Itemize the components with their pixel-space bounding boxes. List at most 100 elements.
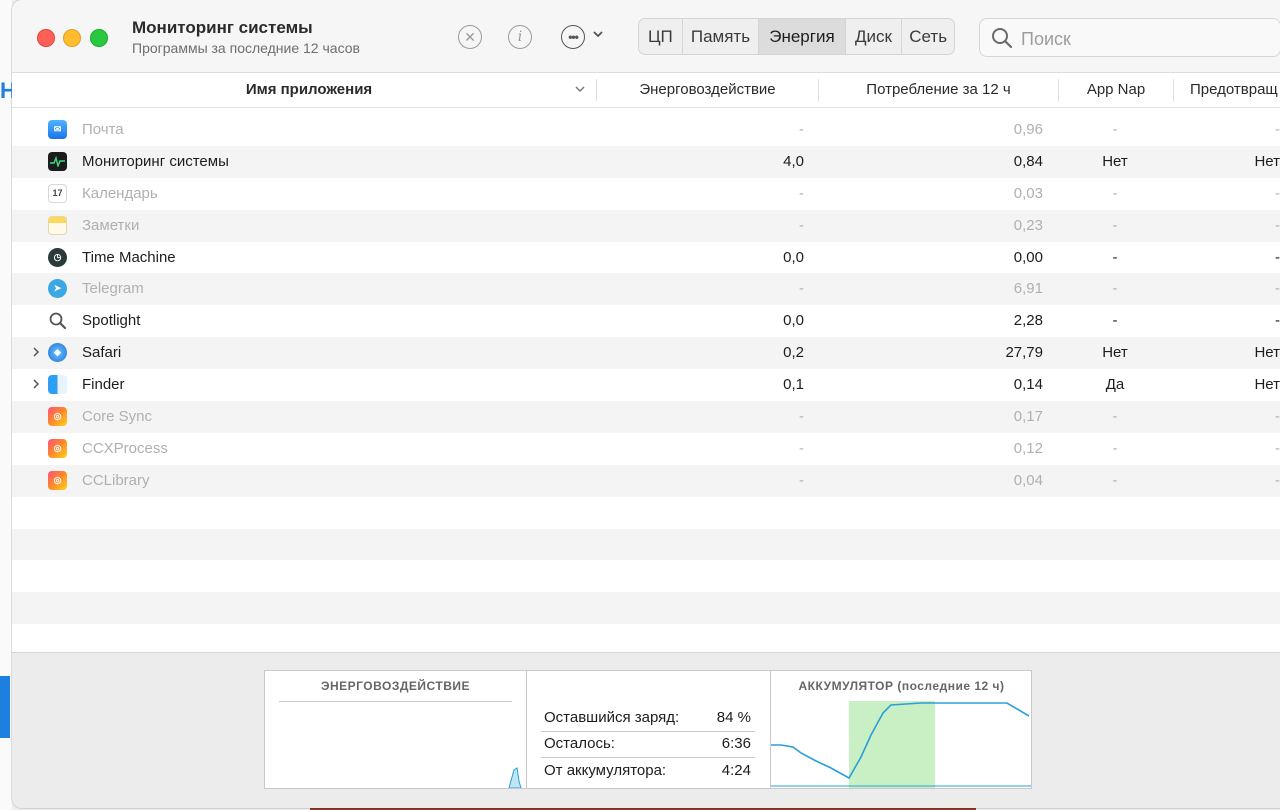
info-icon: i xyxy=(517,29,523,45)
stop-process-button[interactable]: ✕ xyxy=(458,25,482,49)
consumption-value: 0,23 xyxy=(1013,216,1043,234)
table-row[interactable]: ➤ Telegram - 6,91 - - xyxy=(12,273,1280,306)
consumption-value: 0,17 xyxy=(1013,408,1043,426)
minimize-window-button[interactable] xyxy=(63,29,81,47)
app-nap-value: Нет xyxy=(1102,152,1128,170)
consumption-value: 6,91 xyxy=(1013,280,1043,298)
column-header-name[interactable]: Имя приложения xyxy=(22,73,596,107)
window-title: Мониторинг системы xyxy=(132,18,313,37)
energy-impact-value: - xyxy=(799,471,804,489)
spotlight-icon xyxy=(48,311,67,330)
prevent-sleep-value: Нет xyxy=(1254,152,1280,170)
sort-chevron-icon[interactable] xyxy=(574,83,586,95)
app-name: CCXProcess xyxy=(82,439,168,457)
energy-impact-title: ЭНЕРГОВОЗДЕЙСТВИЕ xyxy=(320,679,471,693)
energy-impact-value: 0,0 xyxy=(783,248,804,266)
table-row[interactable]: ◎ CCXProcess - 0,12 - - xyxy=(12,433,1280,465)
app-name: Safari xyxy=(82,344,122,362)
consumption-value: 0,00 xyxy=(1013,248,1043,266)
app-nap-value: - xyxy=(1112,408,1118,426)
table-header: Имя приложения Энерговоздействие Потребл… xyxy=(12,73,1280,108)
empty-row xyxy=(12,592,1280,625)
energy-impact-value: - xyxy=(799,216,804,234)
energy-impact-value: - xyxy=(799,121,804,138)
zoom-window-button[interactable] xyxy=(90,29,108,47)
search-field[interactable]: Поиск xyxy=(979,18,1280,57)
energy-impact-value: - xyxy=(799,408,804,426)
consumption-value: 0,12 xyxy=(1013,439,1043,457)
energy-impact-graph xyxy=(508,767,522,788)
more-actions-button[interactable]: ••• xyxy=(561,25,585,49)
app-name: CCLibrary xyxy=(82,471,150,489)
table-row[interactable]: Мониторинг системы 4,0 0,84 Нет Нет xyxy=(12,145,1280,178)
consumption-value: 0,96 xyxy=(1013,121,1043,138)
app-name: Telegram xyxy=(82,280,144,298)
app-nap-value: - xyxy=(1112,439,1118,457)
energy-impact-value: 0,1 xyxy=(783,376,804,394)
category-tabs: ЦП Память Энергия Диск Сеть xyxy=(638,18,955,55)
prevent-sleep-value: - xyxy=(1275,312,1280,330)
disclosure-triangle-icon[interactable] xyxy=(31,378,41,390)
table-row[interactable]: Spotlight 0,0 2,28 - - xyxy=(12,305,1280,337)
time-remaining-value: 6:36 xyxy=(721,735,751,752)
prevent-sleep-value: - xyxy=(1275,184,1280,202)
table-row[interactable]: ◎ CCLibrary - 0,04 - - xyxy=(12,464,1280,497)
app-nap-value: - xyxy=(1112,471,1118,489)
table-row[interactable]: ✉ Почта - 0,96 - - xyxy=(12,114,1280,146)
tab-network[interactable]: Сеть xyxy=(902,19,954,54)
table-row[interactable]: Finder 0,1 0,14 Да Нет xyxy=(12,369,1280,401)
table-row[interactable]: ◈ Safari 0,2 27,79 Нет Нет xyxy=(12,337,1280,370)
app-name: Календарь xyxy=(82,184,158,202)
table-row[interactable]: ◷ Time Machine 0,0 0,00 - - xyxy=(12,242,1280,274)
battery-history-graph xyxy=(771,701,1031,788)
window-subtitle: Программы за последние 12 часов xyxy=(132,40,360,56)
process-list: ✉ Почта - 0,96 - - Мониторинг системы 4,0 0,84 Не… xyxy=(12,114,1280,656)
energy-impact-value: 0,0 xyxy=(783,312,804,330)
table-row[interactable]: 17 Календарь - 0,03 - - xyxy=(12,178,1280,210)
column-header-energy-impact[interactable]: Энерговоздействие xyxy=(597,73,818,107)
app-name: Заметки xyxy=(82,216,140,234)
consumption-value: 0,03 xyxy=(1013,184,1043,202)
creative-cloud-icon: ◎ xyxy=(48,407,67,427)
creative-cloud-icon: ◎ xyxy=(48,438,67,458)
energy-impact-value: - xyxy=(799,184,804,202)
time-machine-icon: ◷ xyxy=(48,247,67,267)
empty-row xyxy=(12,560,1280,592)
calendar-icon: 17 xyxy=(48,183,67,203)
tab-cpu[interactable]: ЦП xyxy=(639,19,683,54)
telegram-icon: ➤ xyxy=(48,279,67,299)
app-nap-value: - xyxy=(1112,216,1118,234)
on-battery-value: 4:24 xyxy=(721,762,751,779)
column-header-prevent-sleep[interactable]: Предотвращ xyxy=(1190,73,1280,107)
prevent-sleep-value: - xyxy=(1275,121,1280,138)
app-name: Core Sync xyxy=(82,408,153,426)
inspect-process-button[interactable]: i xyxy=(508,25,532,49)
tab-energy[interactable]: Энергия xyxy=(759,19,846,54)
consumption-value: 0,14 xyxy=(1013,376,1043,394)
app-name: Мониторинг системы xyxy=(82,152,229,170)
tab-memory[interactable]: Память xyxy=(683,19,760,54)
column-header-consumption[interactable]: Потребление за 12 ч xyxy=(819,73,1058,107)
prevent-sleep-value: - xyxy=(1275,216,1280,234)
prevent-sleep-value: Нет xyxy=(1254,376,1280,394)
disclosure-triangle-icon[interactable] xyxy=(31,346,41,358)
table-row[interactable]: Заметки - 0,23 - - xyxy=(12,209,1280,242)
finder-icon xyxy=(48,375,67,395)
consumption-value: 0,04 xyxy=(1013,471,1043,489)
app-nap-value: Нет xyxy=(1102,344,1128,362)
app-name: Finder xyxy=(82,376,125,394)
tab-disk[interactable]: Диск xyxy=(846,19,903,54)
column-header-app-nap[interactable]: App Nap xyxy=(1059,73,1173,107)
table-row[interactable]: ◎ Core Sync - 0,17 - - xyxy=(12,401,1280,433)
energy-summary-panel: ЭНЕРГОВОЗДЕЙСТВИЕ Оставшийся заряд: 84 %… xyxy=(264,670,1032,789)
on-battery-label: От аккумулятора: xyxy=(544,762,667,779)
mail-icon: ✉ xyxy=(48,120,67,139)
chevron-down-icon[interactable] xyxy=(592,28,604,40)
creative-cloud-icon: ◎ xyxy=(48,470,67,490)
app-nap-value: - xyxy=(1112,280,1118,298)
energy-impact-value: 0,2 xyxy=(783,344,804,362)
app-nap-value: - xyxy=(1112,184,1118,202)
empty-row xyxy=(12,528,1280,561)
safari-icon: ◈ xyxy=(48,343,67,363)
close-window-button[interactable] xyxy=(37,29,55,47)
